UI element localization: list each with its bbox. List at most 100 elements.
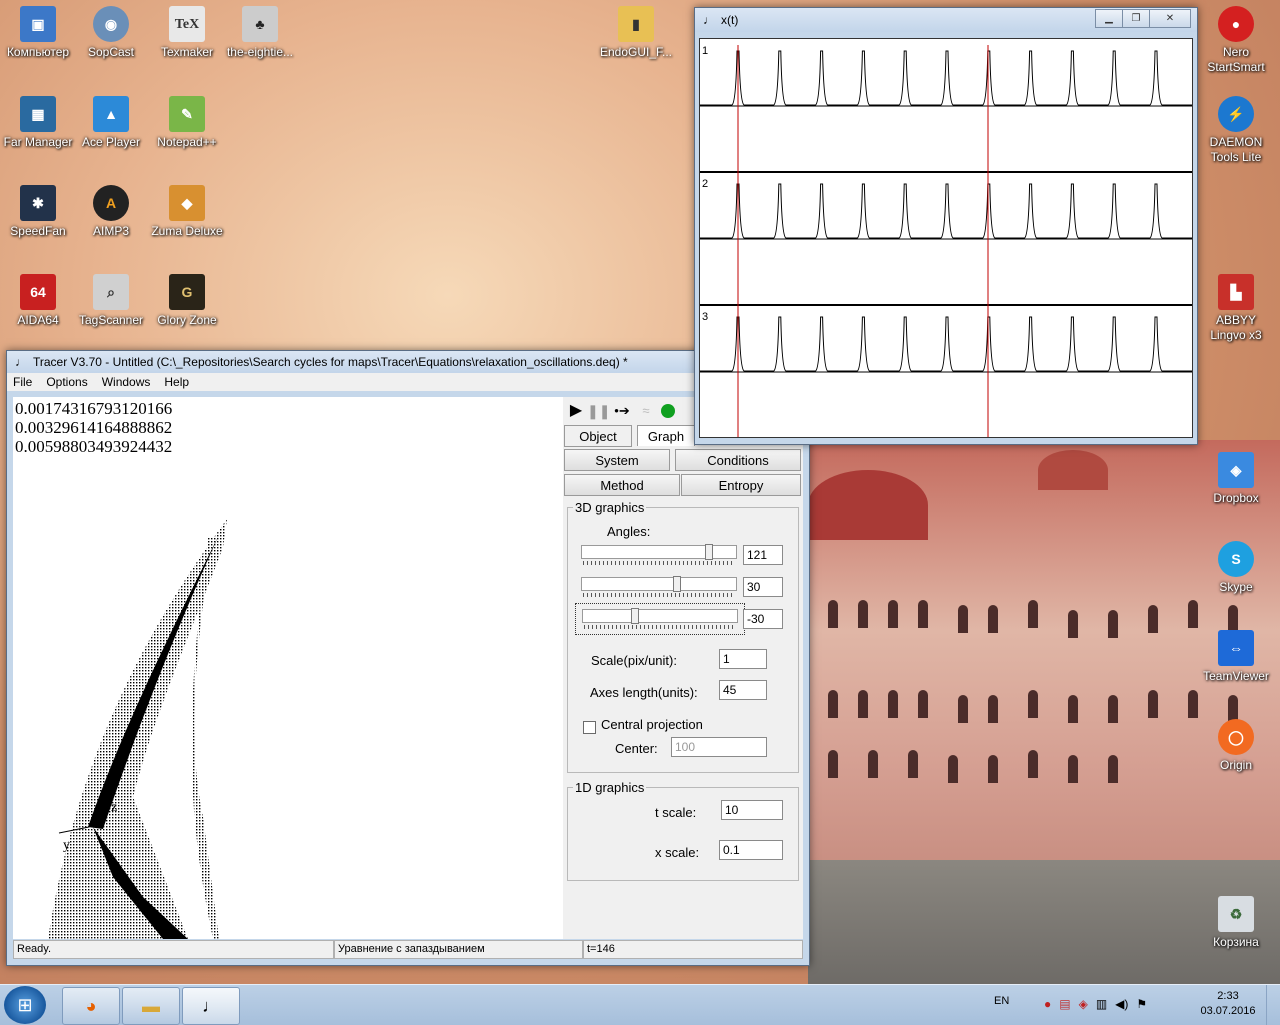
- group-3d-title: 3D graphics: [573, 500, 647, 515]
- dropbox-icon: ◈: [1218, 452, 1254, 488]
- t-scale-input[interactable]: 10: [721, 800, 783, 820]
- tracer-app-icon: ♩: [15, 355, 27, 369]
- tracer-titlebar[interactable]: ♩ Tracer V3.70 - Untitled (C:\_Repositor…: [7, 351, 809, 373]
- desktop-icon-origin[interactable]: ◯ Origin: [1198, 719, 1274, 773]
- desktop-icon-abbyy[interactable]: ▙ ABBYY Lingvo x3: [1198, 274, 1274, 343]
- xt-window-title: x(t): [721, 13, 739, 27]
- angle-slider-2[interactable]: [581, 576, 737, 597]
- desktop-icon-glory-zone[interactable]: G Glory Zone: [149, 274, 225, 328]
- xt-app-icon: ♩: [703, 13, 715, 27]
- tray-flag-icon[interactable]: ▤: [1059, 997, 1070, 1011]
- angle-slider-3[interactable]: [575, 603, 745, 635]
- tab-object[interactable]: Object: [564, 425, 632, 447]
- method-button[interactable]: Method: [564, 474, 680, 496]
- angle-slider-1[interactable]: [581, 544, 737, 565]
- clock[interactable]: 2:33 03.07.2016: [1196, 989, 1260, 1019]
- language-indicator[interactable]: EN: [994, 995, 1009, 1007]
- firefox-icon: ◕: [85, 995, 97, 1016]
- status-bar: Ready. Уравнение с запаздыванием t=146: [13, 940, 803, 959]
- tray-acrobat-icon[interactable]: ◈: [1079, 997, 1088, 1011]
- aimp-icon: A: [93, 185, 129, 221]
- desktop-icon-notepadpp[interactable]: ✎ Notepad++: [149, 96, 225, 150]
- desktop-icon-computer[interactable]: ▣ Компьютер: [0, 6, 76, 60]
- system-button[interactable]: System: [564, 449, 670, 471]
- desktop-icon-label: SopCast: [87, 45, 135, 59]
- status-ready: Ready.: [13, 940, 334, 959]
- desktop-icon-dropbox[interactable]: ◈ Dropbox: [1198, 452, 1274, 506]
- zuma-icon: ◆: [169, 185, 205, 221]
- desktop-icon-eighties[interactable]: ♣ the-eightie...: [222, 6, 298, 60]
- speedfan-icon: ✱: [20, 185, 56, 221]
- xt-window[interactable]: ♩ x(t) ▁ ❐ ✕ 1 2 3: [694, 7, 1198, 445]
- menu-file[interactable]: File: [13, 375, 32, 389]
- menu-windows[interactable]: Windows: [102, 375, 151, 389]
- panel-label-2: 2: [702, 178, 709, 190]
- axes-length-input[interactable]: 45: [719, 680, 767, 700]
- xt-titlebar[interactable]: ♩ x(t) ▁ ❐ ✕: [695, 8, 1197, 32]
- desktop-icon-zuma[interactable]: ◆ Zuma Deluxe: [149, 185, 225, 239]
- start-button[interactable]: ⊞: [4, 986, 46, 1024]
- tab-graph[interactable]: Graph: [637, 425, 695, 446]
- menu-help[interactable]: Help: [164, 375, 189, 389]
- x-scale-input[interactable]: 0.1: [719, 840, 783, 860]
- angle-3-input[interactable]: -30: [743, 609, 783, 629]
- minimize-button[interactable]: ▁: [1095, 9, 1123, 28]
- show-desktop-button[interactable]: [1266, 985, 1280, 1025]
- step-icon[interactable]: •➔: [609, 401, 635, 421]
- desktop-icon-label: AIDA64: [17, 313, 59, 327]
- desktop-icon-ace-player[interactable]: ▲ Ace Player: [73, 96, 149, 150]
- entropy-button[interactable]: Entropy: [681, 474, 801, 496]
- tracer-window[interactable]: ♩ Tracer V3.70 - Untitled (C:\_Repositor…: [6, 350, 810, 966]
- menu-options[interactable]: Options: [46, 375, 87, 389]
- angle-1-input[interactable]: 121: [743, 545, 783, 565]
- group-1d-title: 1D graphics: [573, 780, 647, 795]
- angle-2-input[interactable]: 30: [743, 577, 783, 597]
- desktop-icon-recycle-bin[interactable]: ♻ Корзина: [1198, 896, 1274, 950]
- origin-icon: ◯: [1218, 719, 1254, 755]
- desktop-icon-far-manager[interactable]: ▦ Far Manager: [0, 96, 76, 150]
- tray-bug-icon[interactable]: ●: [1044, 997, 1051, 1011]
- explorer-icon: ▬: [142, 995, 160, 1016]
- tray-volume-icon[interactable]: ◀): [1115, 997, 1128, 1011]
- desktop-icon-texmaker[interactable]: TeX Texmaker: [149, 6, 225, 60]
- pause-icon[interactable]: ❚❚: [587, 401, 610, 421]
- taskbar-explorer[interactable]: ▬: [122, 987, 180, 1025]
- scale-input[interactable]: 1: [719, 649, 767, 669]
- teamviewer-icon: ⇔: [1218, 630, 1254, 666]
- tray-flag2-icon[interactable]: ⚑: [1136, 997, 1147, 1011]
- xt-plot: [700, 45, 1192, 437]
- play-icon[interactable]: ▶: [565, 401, 587, 421]
- taskbar-firefox[interactable]: ◕: [62, 987, 120, 1025]
- notepadpp-icon: ✎: [169, 96, 205, 132]
- window-title: Tracer V3.70 - Untitled (C:\_Repositorie…: [33, 355, 628, 369]
- desktop-icon-speedfan[interactable]: ✱ SpeedFan: [0, 185, 76, 239]
- tray-icons: ● ▤ ◈ ▥ ◀) ⚑: [1044, 997, 1147, 1011]
- desktop-icon-daemon-tools[interactable]: ⚡ DAEMON Tools Lite: [1198, 96, 1274, 165]
- xt-plot-area: 1 2 3: [699, 38, 1193, 438]
- status-time: t=146: [583, 940, 803, 959]
- desktop-icon-tagscanner[interactable]: ⌕ TagScanner: [73, 274, 149, 328]
- desktop-icon-nero[interactable]: ● Nero StartSmart: [1198, 6, 1274, 75]
- desktop-icon-label: ABBYY Lingvo x3: [1210, 313, 1262, 342]
- graph-canvas[interactable]: 0.00174316793120166 0.00329614164888862 …: [13, 397, 563, 939]
- taskbar-tracer[interactable]: ♩: [182, 987, 240, 1025]
- conditions-button[interactable]: Conditions: [675, 449, 801, 471]
- desktop-icon-teamviewer[interactable]: ⇔ TeamViewer: [1198, 630, 1274, 684]
- maximize-button[interactable]: ❐: [1122, 9, 1150, 28]
- abbyy-icon: ▙: [1218, 274, 1254, 310]
- desktop-icon-sopcast[interactable]: ◉ SopCast: [73, 6, 149, 60]
- record-icon[interactable]: [657, 401, 679, 421]
- desktop-icon-label: Корзина: [1213, 935, 1259, 949]
- desktop-icon-label: Texmaker: [160, 45, 213, 59]
- toolbar: ▶ ❚❚ •➔ ≈: [565, 401, 679, 421]
- desktop-icon-endogui[interactable]: ▮ EndoGUI_F...: [598, 6, 674, 60]
- axis-label-z: z: [111, 800, 117, 815]
- center-input[interactable]: 100: [671, 737, 767, 757]
- desktop-icon-aimp[interactable]: A AIMP3: [73, 185, 149, 239]
- aida64-icon: 64: [20, 274, 56, 310]
- desktop-icon-skype[interactable]: S Skype: [1198, 541, 1274, 595]
- desktop-icon-aida64[interactable]: 64 AIDA64: [0, 274, 76, 328]
- close-button[interactable]: ✕: [1149, 9, 1191, 28]
- central-projection-checkbox[interactable]: [583, 721, 596, 734]
- tray-network-icon[interactable]: ▥: [1096, 997, 1107, 1011]
